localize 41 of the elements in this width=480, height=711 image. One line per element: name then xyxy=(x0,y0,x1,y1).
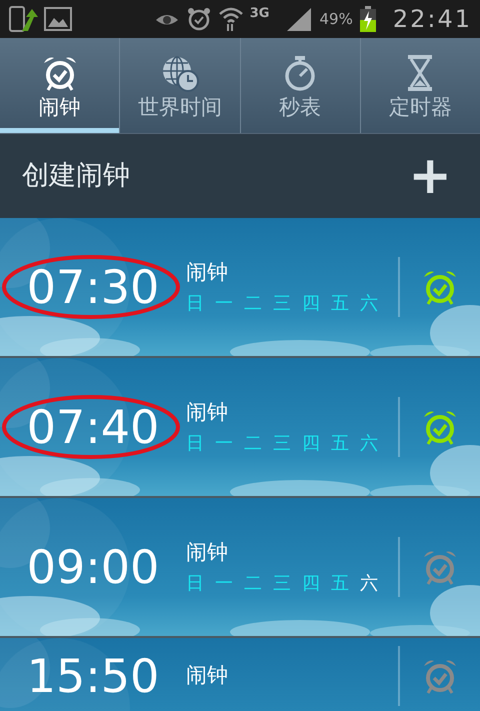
alarm-icon xyxy=(186,6,212,32)
battery-icon xyxy=(358,5,377,33)
weekday: 五 xyxy=(331,292,349,316)
alarm-label: 闹钟 xyxy=(186,538,229,566)
network-type: 3G xyxy=(250,5,270,23)
weekday: 六 xyxy=(360,572,378,596)
signal-icon xyxy=(285,6,314,32)
weekday: 四 xyxy=(302,292,320,316)
weekday: 六 xyxy=(360,432,378,456)
weekday: 三 xyxy=(273,292,291,316)
weekday: 一 xyxy=(215,572,233,596)
weekday: 一 xyxy=(215,292,233,316)
weekday: 二 xyxy=(244,572,262,596)
weekday: 三 xyxy=(273,432,291,456)
weekday: 日 xyxy=(186,432,204,456)
add-button[interactable]: + xyxy=(404,150,456,202)
battery-percent: 49% xyxy=(319,8,353,30)
wifi-icon xyxy=(218,6,244,32)
weekday: 四 xyxy=(302,432,320,456)
upload-icon xyxy=(8,5,38,33)
weekday: 二 xyxy=(244,432,262,456)
alarm-label: 闹钟 xyxy=(186,662,229,689)
image-icon xyxy=(44,6,72,32)
weekday: 五 xyxy=(331,432,349,456)
alarm-label: 闹钟 xyxy=(186,398,229,426)
tab[interactable]: 闹钟 xyxy=(0,38,120,133)
alarm-time: 07:30 xyxy=(26,264,160,310)
weekday: 三 xyxy=(273,572,291,596)
weekday: 二 xyxy=(244,292,262,316)
weekday: 四 xyxy=(302,572,320,596)
weekday: 一 xyxy=(215,432,233,456)
clock-time: 22:41 xyxy=(392,4,472,35)
weekday: 六 xyxy=(360,292,378,316)
alarm-time: 07:40 xyxy=(26,404,160,450)
weekday: 日 xyxy=(186,572,204,596)
weekday: 日 xyxy=(186,292,204,316)
alarm-label: 闹钟 xyxy=(186,258,229,286)
create-alarm-label: 创建闹钟 xyxy=(22,158,130,193)
alarm-time: 15:50 xyxy=(26,652,160,698)
weekday: 五 xyxy=(331,572,349,596)
alarm-time: 09:00 xyxy=(26,544,160,590)
